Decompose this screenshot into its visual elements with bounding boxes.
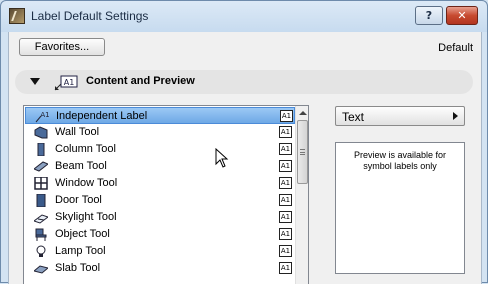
list-item[interactable]: Door Tool A1 — [25, 192, 295, 209]
preview-panel: Preview is available for symbol labels o… — [335, 142, 465, 274]
list-item[interactable]: Object Tool A1 — [25, 226, 295, 243]
list-item-label: Door Tool — [55, 194, 102, 206]
list-item-label: Skylight Tool — [55, 211, 117, 223]
list-item[interactable]: Column Tool A1 — [25, 141, 295, 158]
preview-message: Preview is available for symbol labels o… — [353, 150, 447, 171]
scroll-thumb[interactable] — [297, 120, 308, 184]
dialog-window: Label Default Settings ? ✕ Favorites... … — [0, 0, 488, 284]
label-badge-icon: A1 — [279, 126, 292, 138]
label-section-icon: A1 — [54, 75, 78, 91]
label-badge-icon: A1 — [279, 211, 292, 223]
door-tool-icon — [36, 194, 46, 207]
independent-label-icon: A1 — [35, 111, 49, 123]
label-badge-icon: A1 — [279, 262, 292, 274]
grip-icon — [300, 149, 305, 155]
beam-tool-icon — [34, 161, 48, 172]
close-button[interactable]: ✕ — [446, 6, 478, 25]
label-badge-icon: A1 — [280, 110, 293, 122]
scroll-up-icon[interactable] — [299, 111, 307, 115]
list-item[interactable]: Skylight Tool A1 — [25, 209, 295, 226]
chevron-right-icon — [453, 112, 458, 120]
collapse-triangle-icon[interactable] — [30, 78, 40, 85]
label-badge-icon: A1 — [279, 160, 292, 172]
mouse-cursor-icon — [215, 148, 229, 168]
list-item[interactable]: Wall Tool A1 — [25, 124, 295, 141]
list-item-label: Lamp Tool — [55, 245, 106, 257]
list-item-label: Independent Label — [56, 110, 148, 122]
list-item-label: Slab Tool — [55, 262, 101, 274]
section-title: Content and Preview — [86, 75, 195, 87]
lamp-tool-icon — [36, 245, 46, 257]
svg-text:A1: A1 — [40, 111, 49, 119]
skylight-tool-icon — [34, 214, 48, 224]
window-title: Label Default Settings — [31, 9, 149, 23]
column-tool-icon — [37, 143, 45, 156]
label-tool-list[interactable]: A1 Independent Label A1 Wall Tool A1 Col… — [23, 105, 309, 284]
list-item[interactable]: Window Tool A1 — [25, 175, 295, 192]
svg-text:A1: A1 — [64, 78, 75, 87]
object-tool-icon — [35, 228, 47, 241]
list-item[interactable]: Lamp Tool A1 — [25, 243, 295, 260]
list-item[interactable]: A1 Independent Label A1 — [25, 107, 295, 124]
section-header-content-and-preview[interactable]: A1 Content and Preview — [15, 70, 473, 94]
list-item[interactable]: Beam Tool A1 — [25, 158, 295, 175]
window-tool-icon — [34, 177, 48, 190]
label-badge-icon: A1 — [279, 177, 292, 189]
list-item[interactable]: Slab Tool A1 — [25, 260, 295, 277]
list-item-label: Object Tool — [55, 228, 110, 240]
label-type-value: Text — [342, 110, 365, 124]
list-item-label: Beam Tool — [55, 160, 107, 172]
default-label: Default — [438, 42, 473, 54]
favorites-button[interactable]: Favorites... — [19, 38, 105, 56]
label-badge-icon: A1 — [279, 245, 292, 257]
dialog-content: Favorites... Default A1 Content and Prev… — [8, 32, 482, 284]
list-scrollbar[interactable] — [295, 106, 308, 284]
label-type-dropdown[interactable]: Text — [335, 106, 465, 126]
list-item-label: Window Tool — [55, 177, 118, 189]
app-icon — [9, 8, 25, 24]
slab-tool-icon — [34, 265, 48, 274]
wall-tool-icon — [34, 126, 48, 139]
list-item-label: Column Tool — [55, 143, 116, 155]
list-item-label: Wall Tool — [55, 126, 100, 138]
label-badge-icon: A1 — [279, 194, 292, 206]
label-badge-icon: A1 — [279, 228, 292, 240]
label-badge-icon: A1 — [279, 143, 292, 155]
title-bar[interactable]: Label Default Settings ? ✕ — [1, 1, 487, 32]
help-button[interactable]: ? — [415, 6, 443, 25]
